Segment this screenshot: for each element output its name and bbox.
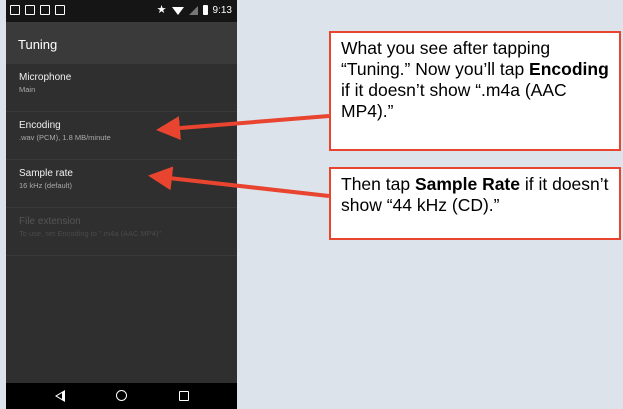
annotation-arrows xyxy=(148,114,330,198)
arrow-to-sample-rate xyxy=(148,166,330,198)
arrow-to-encoding xyxy=(156,114,330,140)
